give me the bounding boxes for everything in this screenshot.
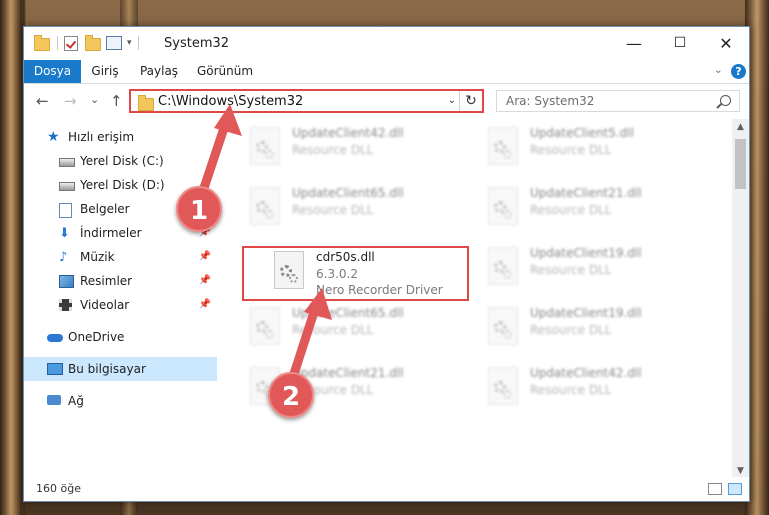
annotation-arrows: [195, 104, 332, 385]
callout-badge-1: 1: [176, 186, 222, 232]
arrow-to-address-bar: [195, 104, 242, 205]
arrow-to-file: [287, 288, 332, 385]
callout-badge-2: 2: [268, 372, 314, 418]
